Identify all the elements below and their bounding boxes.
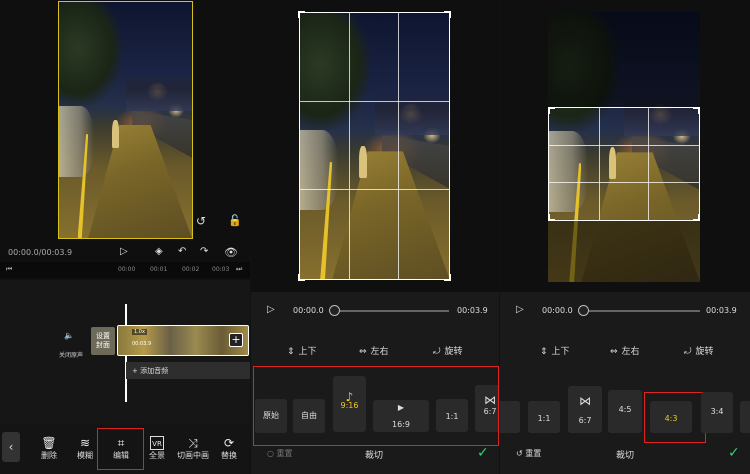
panorama-button[interactable]: VR 全景 xyxy=(146,436,168,461)
ratio-3-4[interactable]: 3:4 xyxy=(701,392,733,433)
delete-label: 删除 xyxy=(41,451,57,460)
lock-icon[interactable]: 🔓 xyxy=(228,214,242,227)
undo-icon[interactable]: ↶ xyxy=(178,246,186,257)
shuffle-icon: ⤨ xyxy=(188,436,198,450)
tick-label: 00:01 xyxy=(150,266,168,273)
flip-vertical-icon: ⇕ xyxy=(540,347,548,357)
crop-title: 裁切 xyxy=(365,451,384,461)
flip-horizontal-button[interactable]: ⇔ 左右 xyxy=(610,344,640,357)
crop-frame[interactable] xyxy=(548,107,700,221)
reset-icon: ○ xyxy=(267,449,274,458)
delete-icon: 🗑 xyxy=(41,436,57,450)
rotate-button[interactable]: ⤾ 旋转 xyxy=(433,344,463,357)
add-audio-button[interactable]: + 添加音频 xyxy=(126,362,250,379)
keyframe-icon[interactable]: ◈ xyxy=(155,246,163,257)
panorama-label: 全景 xyxy=(149,451,165,460)
ratio-label: 3:4 xyxy=(710,407,724,416)
timecode: 00:00.0/00:03.9 xyxy=(8,248,73,257)
pip-button[interactable]: ⤨ 切画中画 xyxy=(176,436,210,461)
set-cover-button[interactable]: 设置 封面 xyxy=(91,327,115,355)
vr-icon: VR xyxy=(150,436,164,450)
timeline-scale: ⏮ 00:00 00:01 00:02 00:03 ⏭ xyxy=(0,262,250,278)
butterfly-icon: ⋈ xyxy=(579,394,591,408)
flip-horizontal-icon: ⇔ xyxy=(359,347,367,357)
confirm-check-icon[interactable]: ✓ xyxy=(477,445,489,461)
ratio-label: 6:7 xyxy=(578,416,592,425)
undo-rotate-icon[interactable]: ↺ xyxy=(196,214,206,228)
tick-label: 00:02 xyxy=(182,266,200,273)
flip-vertical-button[interactable]: ⇕ 上下 xyxy=(287,344,317,357)
clip-speed: 1.0x xyxy=(132,329,147,335)
speaker-icon[interactable]: 🔈 xyxy=(64,331,74,340)
edit-highlight-box xyxy=(97,428,144,470)
ratio-label: 4:5 xyxy=(618,405,632,414)
time-end: 00:03.9 xyxy=(457,306,488,315)
seek-track[interactable] xyxy=(582,310,700,312)
rotate-label: 旋转 xyxy=(695,347,714,357)
rotate-label: 旋转 xyxy=(444,347,463,357)
ratio-partial[interactable] xyxy=(740,401,750,433)
flip-horizontal-icon: ⇔ xyxy=(610,347,618,357)
flip-vertical-label: 上下 xyxy=(298,347,317,357)
back-button[interactable]: ‹ xyxy=(2,432,20,462)
crop-controls xyxy=(500,292,750,474)
editor-panel: ↺ 🔓 00:00.0/00:03.9 ▷ ◈ ↶ ↷ 👁 ⏮ 00:00 00… xyxy=(0,0,250,474)
blur-label: 模糊 xyxy=(77,451,93,460)
reset-label: 重置 xyxy=(276,449,293,458)
ratio-partial[interactable] xyxy=(500,401,520,433)
time-start: 00:00.0 xyxy=(542,306,573,315)
time-start: 00:00.0 xyxy=(293,306,324,315)
play-icon[interactable]: ▷ xyxy=(516,304,524,315)
seek-track[interactable] xyxy=(333,310,449,312)
time-end: 00:03.9 xyxy=(706,306,737,315)
flip-vertical-button[interactable]: ⇕ 上下 xyxy=(540,344,570,357)
flip-horizontal-label: 左右 xyxy=(621,347,640,357)
ratio-highlight-box xyxy=(644,392,706,443)
redo-icon[interactable]: ↷ xyxy=(200,246,208,257)
ratio-1-1[interactable]: 1:1 xyxy=(528,401,560,433)
reset-button[interactable]: ○ 重置 xyxy=(267,448,293,459)
rotate-icon: ⤾ xyxy=(684,347,692,357)
flip-vertical-label: 上下 xyxy=(551,347,570,357)
skip-end-icon[interactable]: ⏭ xyxy=(236,265,242,274)
replace-button[interactable]: ⟳ 替换 xyxy=(218,436,240,461)
play-icon[interactable]: ▷ xyxy=(267,304,275,315)
clip-duration: 00:03.9 xyxy=(132,341,152,347)
replace-icon: ⟳ xyxy=(223,436,235,450)
replace-label: 替换 xyxy=(221,451,237,460)
reset-button[interactable]: ↺ 重置 xyxy=(516,448,541,459)
seek-knob[interactable] xyxy=(578,305,589,316)
flip-horizontal-button[interactable]: ⇔ 左右 xyxy=(359,344,389,357)
crop-title: 裁切 xyxy=(616,451,635,461)
mute-label[interactable]: 关闭原声 xyxy=(59,350,83,359)
crop-frame[interactable] xyxy=(298,11,451,281)
reset-label: 重置 xyxy=(525,449,542,458)
crop-panel-4-3: ▷ 00:00.0 00:03.9 ⇕ 上下 ⇔ 左右 ⤾ 旋转 1:1 ⋈ 6:7 … xyxy=(500,0,750,474)
rotate-icon: ⤾ xyxy=(433,347,441,357)
ratio-label: 1:1 xyxy=(537,414,551,423)
flip-horizontal-label: 左右 xyxy=(370,347,389,357)
tick-label: 00:03 xyxy=(212,266,230,273)
ratio-4-5[interactable]: 4:5 xyxy=(608,390,642,433)
tick-label: 00:00 xyxy=(118,266,136,273)
pip-label: 切画中画 xyxy=(177,451,209,460)
seek-knob[interactable] xyxy=(329,305,340,316)
confirm-check-icon[interactable]: ✓ xyxy=(728,445,740,461)
add-clip-button[interactable]: + xyxy=(229,333,243,347)
blur-button[interactable]: ≋ 模糊 xyxy=(74,436,96,461)
crop-panel-9-16: ▷ 00:00.0 00:03.9 ⇕ 上下 ⇔ 左右 ⤾ 旋转 原始 自由 ♪ 9:… xyxy=(251,0,499,474)
flip-vertical-icon: ⇕ xyxy=(287,347,295,357)
play-icon[interactable]: ▷ xyxy=(120,246,128,257)
blur-icon: ≋ xyxy=(79,436,91,450)
skip-start-icon[interactable]: ⏮ xyxy=(6,265,12,274)
reset-icon: ↺ xyxy=(516,449,523,458)
eye-icon[interactable]: 👁 xyxy=(224,246,238,259)
video-preview[interactable] xyxy=(58,1,193,239)
ratio-6-7[interactable]: ⋈ 6:7 xyxy=(568,386,602,433)
ratio-highlight-box xyxy=(253,366,499,446)
rotate-button[interactable]: ⤾ 旋转 xyxy=(684,344,714,357)
delete-button[interactable]: 🗑 删除 xyxy=(38,436,60,461)
